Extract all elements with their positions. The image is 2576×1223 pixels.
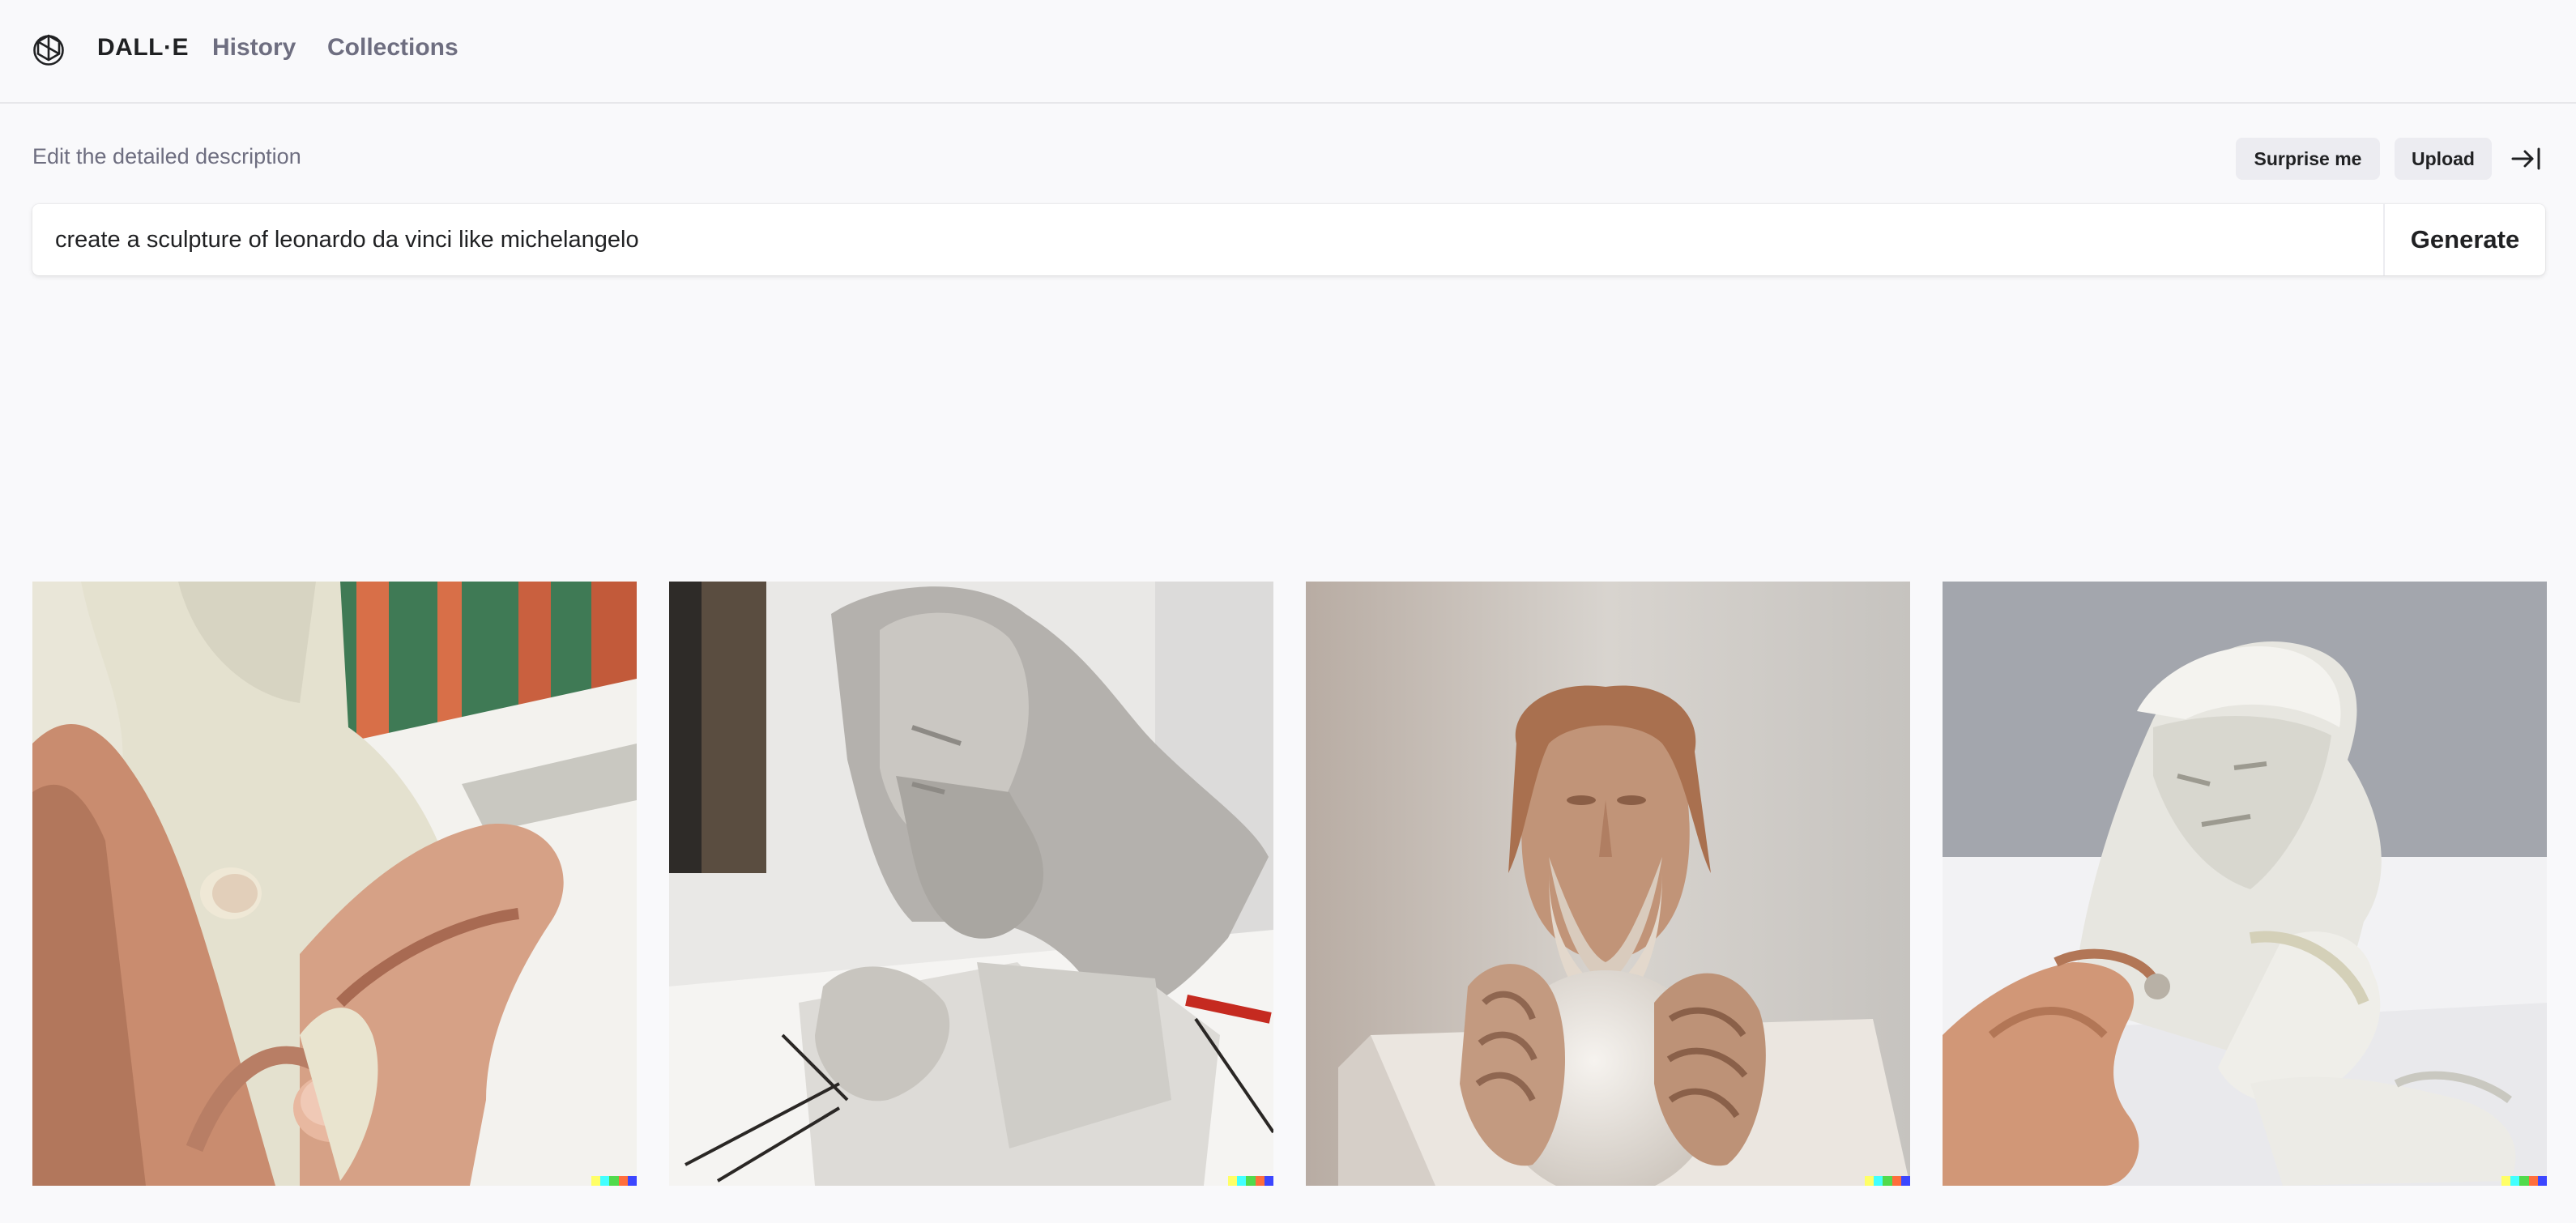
- result-image-4[interactable]: [1943, 582, 2547, 1186]
- result-image-1-graphic: [32, 582, 637, 1186]
- collapse-to-right-icon[interactable]: [2510, 144, 2542, 173]
- nav-dalle[interactable]: DALL·E: [97, 34, 189, 62]
- dalle-signature: [2501, 1176, 2547, 1186]
- nav-history[interactable]: History: [212, 34, 296, 62]
- generate-button[interactable]: Generate: [2383, 204, 2545, 275]
- prompt-input[interactable]: [32, 204, 2383, 275]
- dalle-signature: [591, 1176, 637, 1186]
- dalle-signature: [1228, 1176, 1273, 1186]
- result-image-4-graphic: [1943, 582, 2547, 1186]
- result-image-3-graphic: [1306, 582, 1910, 1186]
- prompt-label: Edit the detailed description: [32, 144, 301, 168]
- result-image-2-graphic: [669, 582, 1273, 1186]
- nav-collections[interactable]: Collections: [327, 34, 458, 62]
- top-navigation-bar: DALL·E History Collections: [0, 0, 2576, 104]
- dalle-signature: [1865, 1176, 1910, 1186]
- result-image-2[interactable]: [669, 582, 1273, 1186]
- result-image-1[interactable]: [32, 582, 637, 1186]
- image-results-grid: [32, 582, 2547, 1186]
- openai-logo-icon[interactable]: [31, 32, 66, 68]
- upload-button[interactable]: Upload: [2395, 138, 2492, 180]
- surprise-me-button[interactable]: Surprise me: [2236, 138, 2380, 180]
- result-image-3[interactable]: [1306, 582, 1910, 1186]
- prompt-container: Generate: [32, 204, 2545, 275]
